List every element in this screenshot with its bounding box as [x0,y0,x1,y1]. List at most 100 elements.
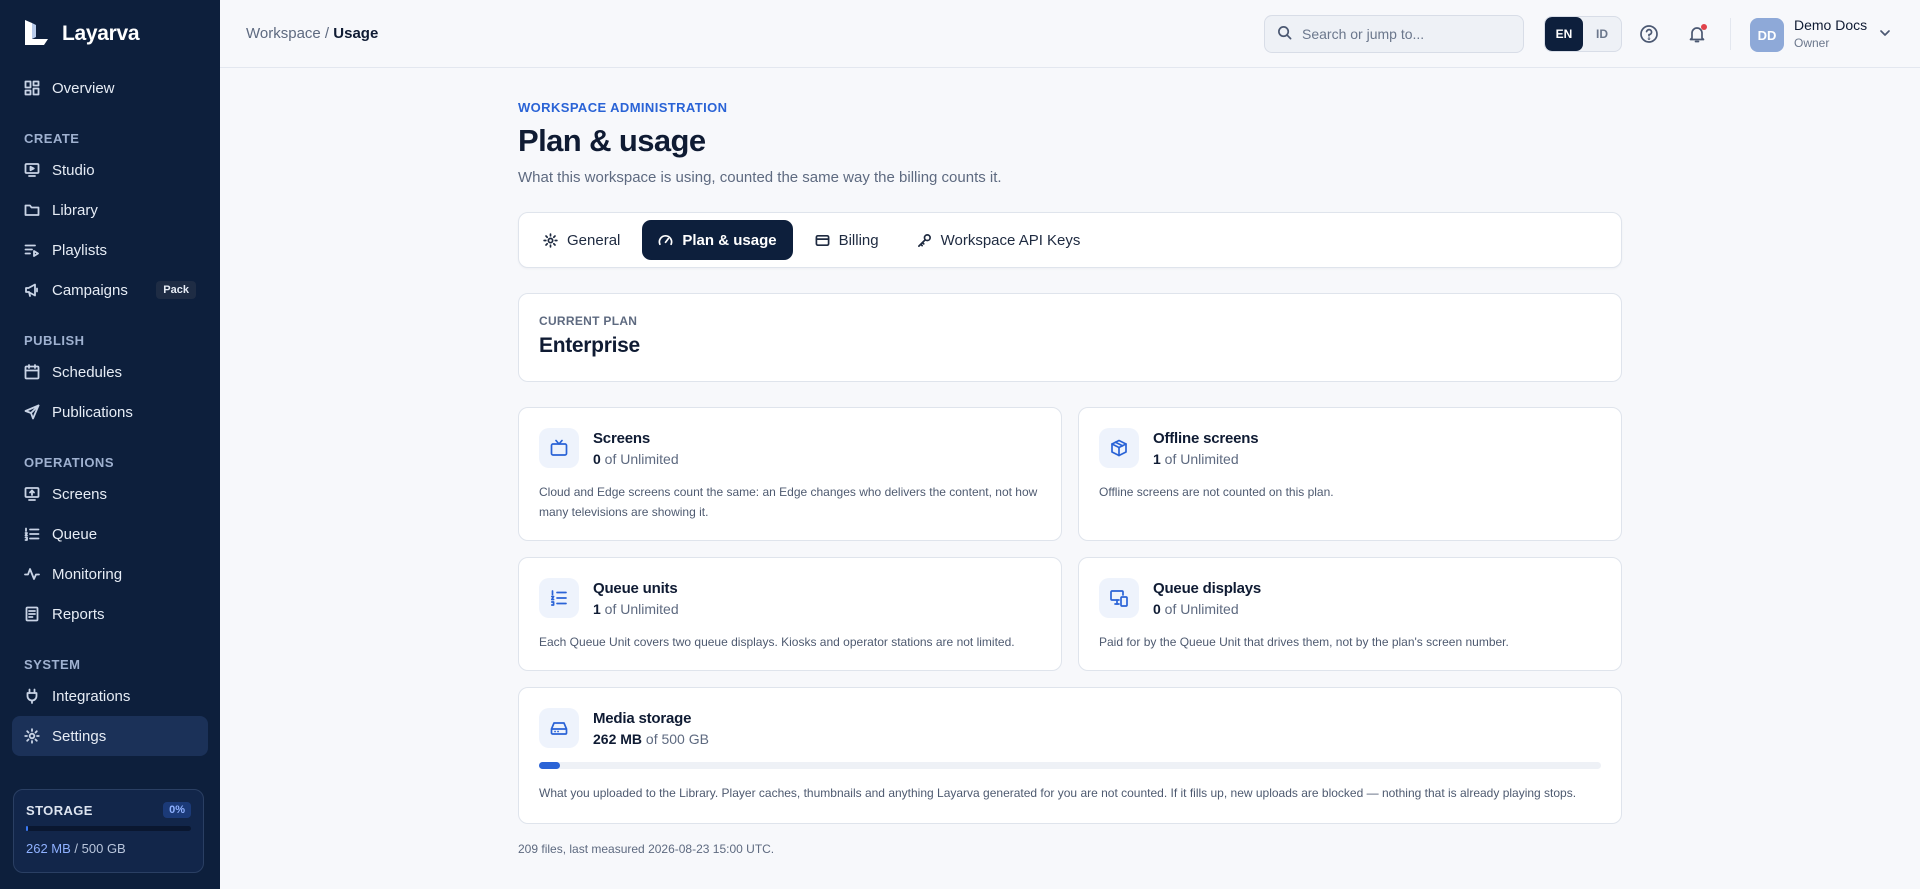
sidebar-item-reports[interactable]: Reports [12,594,208,634]
sidebar-item-monitoring[interactable]: Monitoring [12,554,208,594]
report-icon [24,606,40,622]
usage-card-title: Queue units [593,579,678,597]
chevron-down-icon[interactable] [1878,26,1892,45]
storage-text: 262 MB / 500 GB [26,841,191,856]
usage-card-description: Each Queue Unit covers two queue display… [539,635,1015,649]
tab-label: Billing [838,231,879,249]
sidebar-item-settings[interactable]: Settings [12,716,208,756]
storage-usage-bar [539,762,1601,769]
tv-icon [539,428,579,468]
sidebar-item-overview[interactable]: Overview [12,68,208,108]
activity-icon [24,566,40,582]
gear-icon [24,728,40,744]
usage-card-description: Offline screens are not counted on this … [1099,485,1334,499]
usage-count: 1 [593,600,601,617]
sidebar-item-label: Reports [52,605,105,623]
settings-tabs: General Plan & usage Billing Workspace A… [518,212,1622,268]
usage-card-description: What you uploaded to the Library. Player… [539,786,1577,800]
usage-count: 1 [1153,450,1161,467]
page-subtitle: What this workspace is using, counted th… [518,169,1002,186]
measurement-footnote: 209 files, last measured 2026-08-23 15:0… [518,842,775,856]
breadcrumb-separator: / [320,25,334,42]
tab-billing[interactable]: Billing [799,220,895,260]
list-play-icon [24,242,40,258]
storage-title: STORAGE [26,802,93,818]
avatar[interactable]: DD [1750,18,1784,52]
folder-icon [24,202,40,218]
sidebar-item-schedules[interactable]: Schedules [12,352,208,392]
sidebar-item-label: Campaigns [52,281,128,299]
usage-card-description: Cloud and Edge screens count the same: a… [539,485,1038,519]
gauge-icon [658,233,673,248]
usage-card-value: 0 of Unlimited [1153,601,1261,617]
sidebar-item-playlists[interactable]: Playlists [12,230,208,270]
pack-badge: Pack [156,281,196,299]
sidebar-item-label: Library [52,201,98,219]
sidebar-item-queue[interactable]: Queue [12,514,208,554]
grid-icon [24,80,40,96]
sidebar: Layarva Overview CREATE Studio Library P… [0,0,220,889]
bell-icon[interactable] [1686,23,1708,45]
sidebar-item-label: Schedules [52,363,123,381]
hard-drive-icon [539,708,579,748]
monitor-play-icon [24,162,40,178]
brand-name: Layarva [62,22,140,45]
sidebar-item-label: Studio [52,161,95,179]
section-system: SYSTEM [24,657,81,672]
usage-grid: Screens 0 of Unlimited Cloud and Edge sc… [518,407,1622,671]
sidebar-item-label: Monitoring [52,565,123,583]
sidebar-item-label: Playlists [52,241,108,259]
tab-plan-usage[interactable]: Plan & usage [642,220,793,260]
sidebar-item-library[interactable]: Library [12,190,208,230]
plug-icon [24,688,40,704]
lang-id-button[interactable]: ID [1583,17,1621,51]
tab-workspace-api-keys[interactable]: Workspace API Keys [901,220,1097,260]
sidebar-item-label: Overview [52,79,115,97]
topbar-divider [1730,18,1731,50]
user-name: Demo Docs [1794,17,1868,33]
usage-card-title: Media storage [593,709,692,727]
breadcrumb: Workspace / Usage [246,25,378,42]
usage-card-screens: Screens 0 of Unlimited Cloud and Edge sc… [518,407,1062,541]
page-title: Plan & usage [518,123,706,158]
usage-count: 0 [1153,600,1161,617]
storage-progress-fill [26,826,29,831]
credit-card-icon [815,233,830,248]
sidebar-item-label: Queue [52,525,98,543]
usage-limit: of Unlimited [1160,450,1239,467]
sidebar-item-label: Publications [52,403,133,421]
monitor-smartphone-icon [1099,578,1139,618]
tab-general[interactable]: General [527,220,636,260]
search-icon [1277,25,1292,43]
sidebar-item-screens[interactable]: Screens [12,474,208,514]
calendar-icon [24,364,40,380]
usage-card-offline-screens: Offline screens 1 of Unlimited Offline s… [1078,407,1622,541]
sidebar-item-studio[interactable]: Studio [12,150,208,190]
search-input[interactable] [1302,26,1502,42]
page-eyebrow: WORKSPACE ADMINISTRATION [518,100,728,115]
usage-card-title: Offline screens [1153,429,1259,447]
usage-limit: of Unlimited [1160,600,1239,617]
main-content: WORKSPACE ADMINISTRATION Plan & usage Wh… [518,68,1622,856]
sidebar-item-campaigns[interactable]: Campaigns Pack [12,270,208,310]
layarva-logo-icon [22,17,52,52]
usage-card-title: Queue displays [1153,579,1262,597]
usage-count: 0 [593,450,601,467]
list-ordered-icon [24,526,40,542]
usage-limit: of Unlimited [600,450,679,467]
usage-card-queue-units: Queue units 1 of Unlimited Each Queue Un… [518,557,1062,671]
search-box[interactable] [1264,15,1524,53]
storage-usage-fill [539,762,561,769]
user-menu[interactable]: Demo Docs Owner [1794,17,1867,50]
send-icon [24,404,40,420]
usage-card-queue-displays: Queue displays 0 of Unlimited Paid for b… [1078,557,1622,671]
sidebar-item-integrations[interactable]: Integrations [12,676,208,716]
sidebar-item-publications[interactable]: Publications [12,392,208,432]
lang-en-button[interactable]: EN [1545,17,1583,51]
language-switcher: EN ID [1544,16,1622,52]
brand[interactable]: Layarva [0,0,220,68]
sidebar-item-label: Screens [52,485,108,503]
breadcrumb-parent[interactable]: Workspace [246,25,321,42]
help-icon[interactable] [1638,23,1660,45]
gear-icon [543,232,558,248]
